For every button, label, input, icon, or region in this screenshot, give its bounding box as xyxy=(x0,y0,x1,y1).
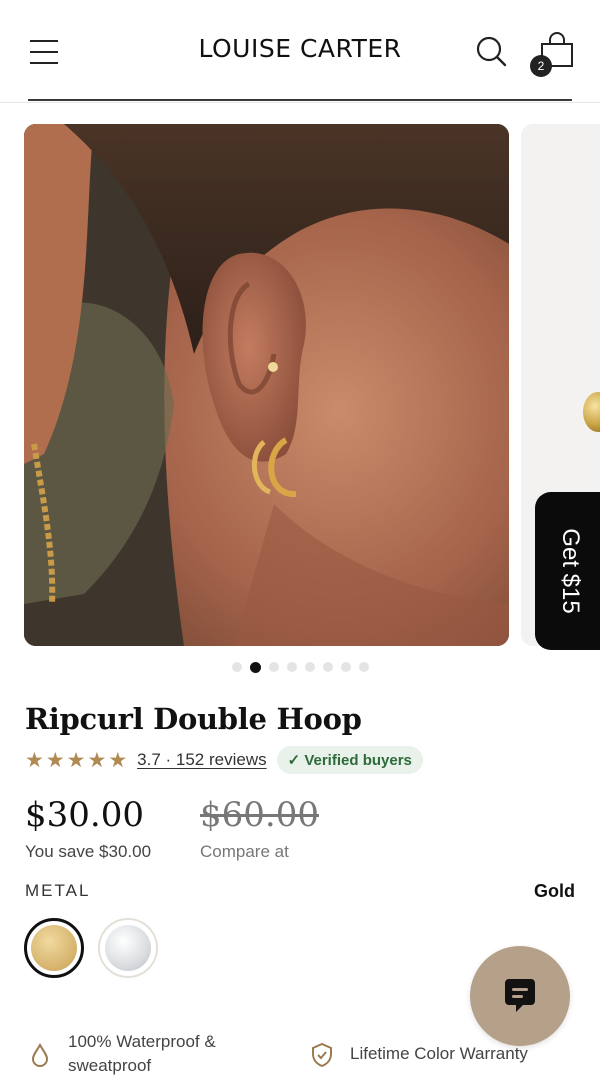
gallery-dot[interactable] xyxy=(249,661,261,673)
feature-text: Lifetime Color Warranty xyxy=(350,1044,528,1063)
gold-swatch[interactable] xyxy=(24,918,84,978)
search-icon[interactable] xyxy=(474,34,508,68)
product-photo-ear[interactable] xyxy=(24,124,509,646)
feature-waterproof: 100% Waterproof & sweatproof xyxy=(28,1030,258,1078)
star-icon: ★ xyxy=(87,748,107,772)
star-icon: ★ xyxy=(25,748,44,772)
promo-side-tab[interactable]: Get $15 xyxy=(535,492,600,650)
gallery-dot[interactable] xyxy=(268,662,279,672)
chat-bubble-icon xyxy=(505,979,535,1012)
earring-ball-image xyxy=(583,392,600,432)
header-divider xyxy=(28,99,572,101)
star-icon: ★ xyxy=(108,748,128,772)
reviews-link[interactable]: 3.7 · 152 reviews xyxy=(137,750,266,770)
product-gallery[interactable] xyxy=(0,124,600,648)
header-shadow-line xyxy=(0,102,600,103)
metal-option-label: METAL xyxy=(25,881,91,900)
site-header: LOUISE CARTER 2 xyxy=(0,0,600,102)
rating-row: ★ ★ ★ ★ ★ 3.7 · 152 reviews ✓ Verified buyer… xyxy=(25,746,423,774)
sale-price: $30.00 xyxy=(25,795,144,835)
star-icon: ★ xyxy=(45,748,65,772)
cart-button[interactable]: 2 xyxy=(530,30,576,77)
gallery-dot[interactable] xyxy=(304,662,315,672)
droplet-icon xyxy=(31,1042,49,1067)
you-save-text: You save $30.00 xyxy=(25,842,152,861)
star-icon: ★ xyxy=(66,748,86,772)
compare-at-price: $60.00 xyxy=(200,795,319,835)
gallery-pagination xyxy=(0,661,600,674)
gallery-dot[interactable] xyxy=(231,662,242,672)
gallery-dot[interactable] xyxy=(358,662,369,672)
silver-swatch[interactable] xyxy=(98,918,158,978)
gallery-dot[interactable] xyxy=(340,662,351,672)
shield-check-icon xyxy=(312,1042,332,1068)
metal-selected-value: Gold xyxy=(534,881,575,901)
product-title: Ripcurl Double Hoop xyxy=(25,702,362,736)
cart-count-badge: 2 xyxy=(530,55,552,77)
star-rating: ★ ★ ★ ★ ★ xyxy=(25,750,127,771)
feature-text: 100% Waterproof & sweatproof xyxy=(68,1032,216,1075)
promo-tab-label: Get $15 xyxy=(557,528,584,614)
verified-buyers-badge: ✓ Verified buyers xyxy=(276,746,423,774)
brand-logo[interactable]: LOUISE CARTER xyxy=(0,34,600,63)
gallery-dot[interactable] xyxy=(322,662,333,672)
compare-at-label: Compare at xyxy=(200,842,289,861)
menu-icon[interactable] xyxy=(28,36,60,68)
feature-warranty: Lifetime Color Warranty xyxy=(310,1042,528,1068)
gallery-dot[interactable] xyxy=(286,662,297,672)
chat-button[interactable] xyxy=(470,946,570,1046)
